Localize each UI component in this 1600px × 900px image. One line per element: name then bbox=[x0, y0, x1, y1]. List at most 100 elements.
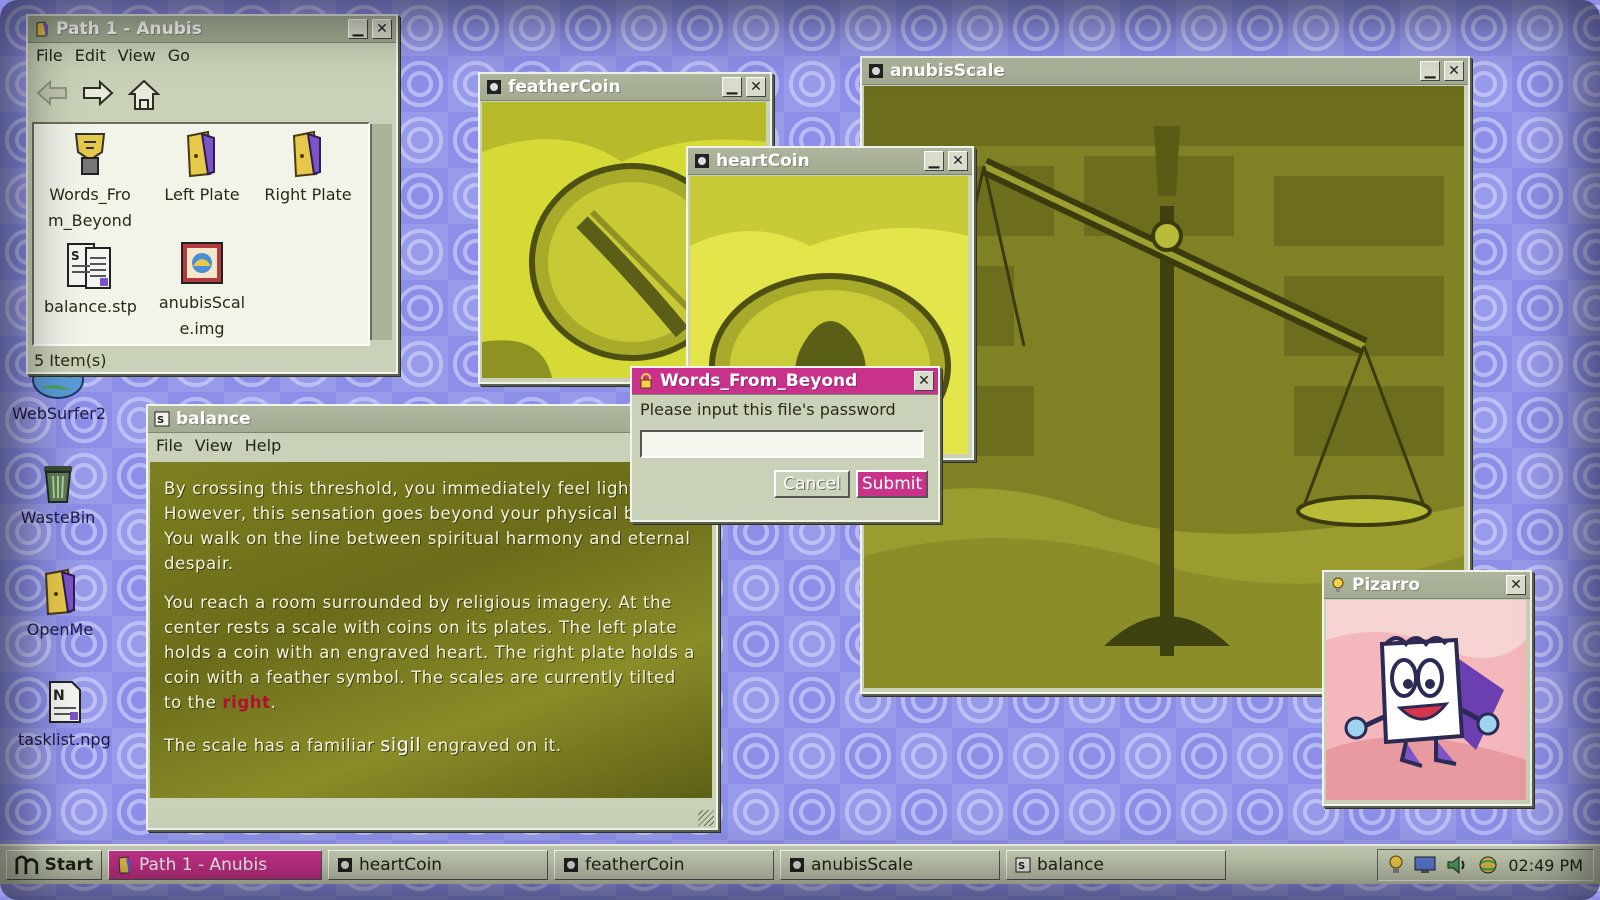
taskbar-item-anubisscale[interactable]: anubisScale bbox=[780, 850, 1000, 880]
menu-view[interactable]: View bbox=[195, 436, 233, 455]
password-dialog-titlebar[interactable]: Words_From_Beyond ✕ bbox=[632, 368, 938, 395]
menu-file[interactable]: File bbox=[156, 436, 183, 455]
script-file-icon: S bbox=[1015, 857, 1031, 873]
trash-bin-icon bbox=[44, 466, 72, 503]
explorer-menubar: File Edit View Go bbox=[28, 43, 396, 68]
system-tray: 02:49 PM bbox=[1377, 849, 1594, 881]
password-input[interactable] bbox=[640, 430, 924, 458]
forward-arrow-icon[interactable] bbox=[80, 78, 116, 108]
lock-icon bbox=[640, 373, 652, 389]
lightbulb-icon[interactable] bbox=[1388, 855, 1404, 875]
network-globe-icon[interactable] bbox=[1478, 855, 1498, 875]
file-label: anubisScale.img bbox=[158, 293, 246, 338]
close-button[interactable]: ✕ bbox=[746, 77, 766, 97]
cancel-button[interactable]: Cancel bbox=[774, 470, 850, 498]
start-label: Start bbox=[44, 855, 93, 875]
menu-go[interactable]: Go bbox=[168, 46, 190, 65]
story-paragraph: You reach a room surrounded by religious… bbox=[164, 590, 698, 715]
taskbar-item-label: featherCoin bbox=[585, 855, 685, 875]
window-title: featherCoin bbox=[508, 77, 621, 97]
desktop-icon-openme[interactable]: OpenMe bbox=[14, 568, 106, 639]
password-dialog[interactable]: Words_From_Beyond ✕ Please input this fi… bbox=[630, 366, 940, 522]
folder-icon bbox=[36, 21, 48, 37]
explorer-scrollbar[interactable] bbox=[370, 124, 392, 340]
password-prompt: Please input this file's password bbox=[640, 400, 896, 419]
window-title: Pizarro bbox=[1352, 575, 1421, 595]
folder-icon bbox=[186, 130, 215, 178]
svg-text:S: S bbox=[71, 249, 80, 263]
feathercoin-titlebar[interactable]: featherCoin ▁ ✕ bbox=[480, 74, 770, 101]
resize-grip[interactable] bbox=[698, 810, 714, 826]
file-item[interactable]: Left Plate bbox=[156, 130, 248, 208]
close-button[interactable]: ✕ bbox=[1506, 575, 1526, 595]
pizarro-titlebar[interactable]: Pizarro ✕ bbox=[1324, 572, 1530, 599]
desktop-icon-label: WasteBin bbox=[20, 508, 96, 527]
image-icon bbox=[695, 154, 709, 168]
menu-edit[interactable]: Edit bbox=[75, 46, 106, 65]
start-button[interactable]: Start bbox=[6, 850, 102, 880]
close-button[interactable]: ✕ bbox=[1444, 61, 1464, 81]
file-item[interactable]: S balance.stp bbox=[44, 240, 137, 320]
svg-text:S: S bbox=[1018, 861, 1025, 872]
taskbar-item-label: Path 1 - Anubis bbox=[139, 855, 268, 875]
minimize-button[interactable]: ▁ bbox=[722, 77, 742, 97]
taskbar-item-path1-anubis[interactable]: Path 1 - Anubis bbox=[108, 850, 322, 880]
folder-icon bbox=[44, 568, 75, 616]
file-label: Right Plate bbox=[264, 185, 352, 204]
taskbar-item-feathercoin[interactable]: featherCoin bbox=[554, 850, 774, 880]
story-paragraph: The scale has a familiar sigil engraved … bbox=[164, 733, 698, 758]
taskbar: Start Path 1 - Anubis heartCoin featherC… bbox=[0, 844, 1600, 884]
story-link-right[interactable]: right bbox=[222, 693, 270, 712]
story-text-span: . bbox=[270, 693, 277, 712]
menu-view[interactable]: View bbox=[118, 46, 156, 65]
taskbar-item-label: heartCoin bbox=[359, 855, 443, 875]
taskbar-item-label: anubisScale bbox=[811, 855, 914, 875]
speaker-icon[interactable] bbox=[1446, 856, 1468, 874]
minimize-button[interactable]: ▁ bbox=[348, 19, 368, 39]
pizarro-assistant-character[interactable] bbox=[1326, 600, 1526, 800]
file-item[interactable]: Words_From_Beyond bbox=[44, 130, 136, 234]
explorer-titlebar[interactable]: Path 1 - Anubis ▁ ✕ bbox=[28, 16, 396, 43]
window-title: heartCoin bbox=[716, 151, 810, 171]
close-button[interactable]: ✕ bbox=[914, 371, 934, 391]
image-icon bbox=[338, 858, 352, 872]
explorer-toolbar bbox=[34, 78, 162, 112]
document-icon: N bbox=[49, 681, 81, 723]
image-icon bbox=[564, 858, 578, 872]
start-logo-icon bbox=[15, 855, 39, 875]
clock: 02:49 PM bbox=[1508, 855, 1583, 875]
status-bar: 5 Item(s) bbox=[34, 351, 107, 370]
back-arrow-icon[interactable] bbox=[34, 78, 70, 108]
file-label: Left Plate bbox=[164, 185, 240, 204]
story-text-span: engraved on it. bbox=[421, 736, 562, 755]
taskbar-item-balance[interactable]: S balance bbox=[1006, 850, 1226, 880]
svg-text:N: N bbox=[53, 688, 65, 704]
pizarro-window[interactable]: Pizarro ✕ bbox=[1322, 570, 1532, 806]
anubisscale-titlebar[interactable]: anubisScale ▁ ✕ bbox=[862, 58, 1468, 85]
heartcoin-titlebar[interactable]: heartCoin ▁ ✕ bbox=[688, 148, 972, 175]
desktop-icon-label: OpenMe bbox=[26, 620, 94, 639]
up-folder-icon[interactable] bbox=[126, 78, 162, 112]
minimize-button[interactable]: ▁ bbox=[924, 151, 944, 171]
taskbar-item-label: balance bbox=[1037, 855, 1104, 875]
image-icon bbox=[790, 858, 804, 872]
desktop-icon-tasklist[interactable]: N tasklist.npg bbox=[18, 678, 111, 749]
desktop-icon-wastebin[interactable]: WasteBin bbox=[12, 460, 104, 527]
close-button[interactable]: ✕ bbox=[372, 19, 392, 39]
submit-button[interactable]: Submit bbox=[856, 470, 928, 498]
file-item[interactable]: anubisScale.img bbox=[152, 240, 252, 342]
display-icon[interactable] bbox=[1414, 856, 1436, 874]
folder-icon bbox=[292, 130, 321, 178]
menu-file[interactable]: File bbox=[36, 46, 63, 65]
close-button[interactable]: ✕ bbox=[948, 151, 968, 171]
minimize-button[interactable]: ▁ bbox=[1420, 61, 1440, 81]
story-link-sigil[interactable]: sigil bbox=[380, 734, 421, 756]
lightbulb-icon bbox=[1332, 577, 1344, 592]
svg-text:S: S bbox=[157, 415, 164, 426]
taskbar-item-heartcoin[interactable]: heartCoin bbox=[328, 850, 548, 880]
file-item[interactable]: Right Plate bbox=[262, 130, 354, 208]
menu-help[interactable]: Help bbox=[245, 436, 281, 455]
story-text: By crossing this threshold, you immediat… bbox=[150, 462, 712, 758]
explorer-window[interactable]: Path 1 - Anubis ▁ ✕ File Edit View Go Wo… bbox=[26, 14, 398, 374]
explorer-file-pane: Words_From_Beyond Left Plate Right Plate… bbox=[32, 122, 370, 346]
